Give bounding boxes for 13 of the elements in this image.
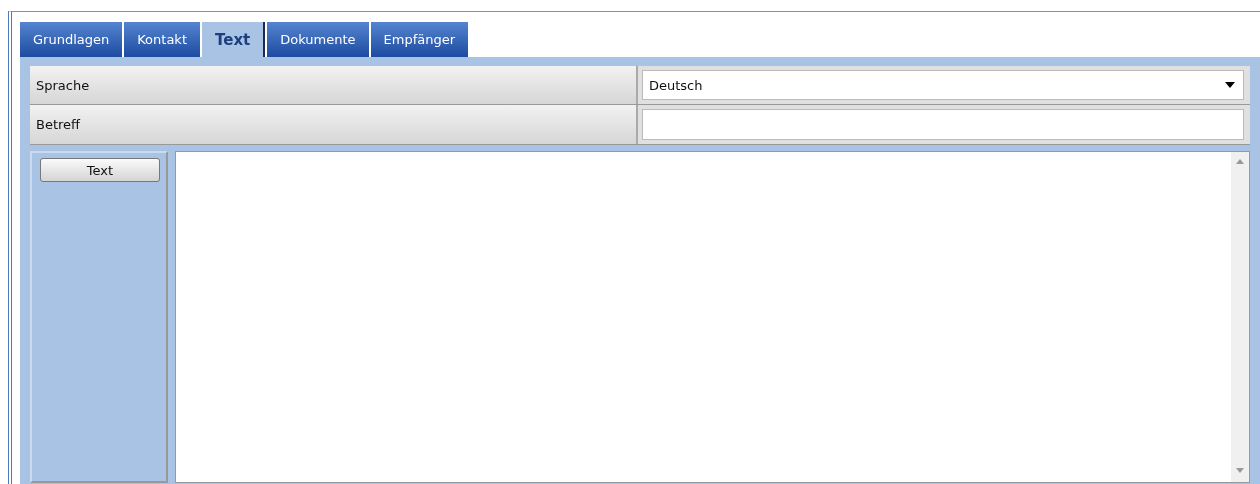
tab[interactable]: Grundlagen — [20, 22, 123, 57]
tab[interactable]: Kontakt — [124, 22, 200, 57]
field-label: Betreff — [30, 105, 638, 144]
field-label: Sprache — [30, 66, 638, 104]
subject-field[interactable] — [642, 109, 1244, 140]
tab[interactable]: Empfänger — [370, 22, 469, 57]
tab[interactable]: Dokumente — [267, 22, 369, 57]
tab[interactable]: Text — [202, 22, 266, 57]
scrollbar[interactable] — [1231, 152, 1249, 482]
language-dropdown[interactable]: Deutsch — [642, 70, 1244, 100]
text-button[interactable]: Text — [40, 158, 160, 182]
text-area[interactable] — [175, 151, 1250, 483]
caret-icon — [1225, 82, 1235, 88]
